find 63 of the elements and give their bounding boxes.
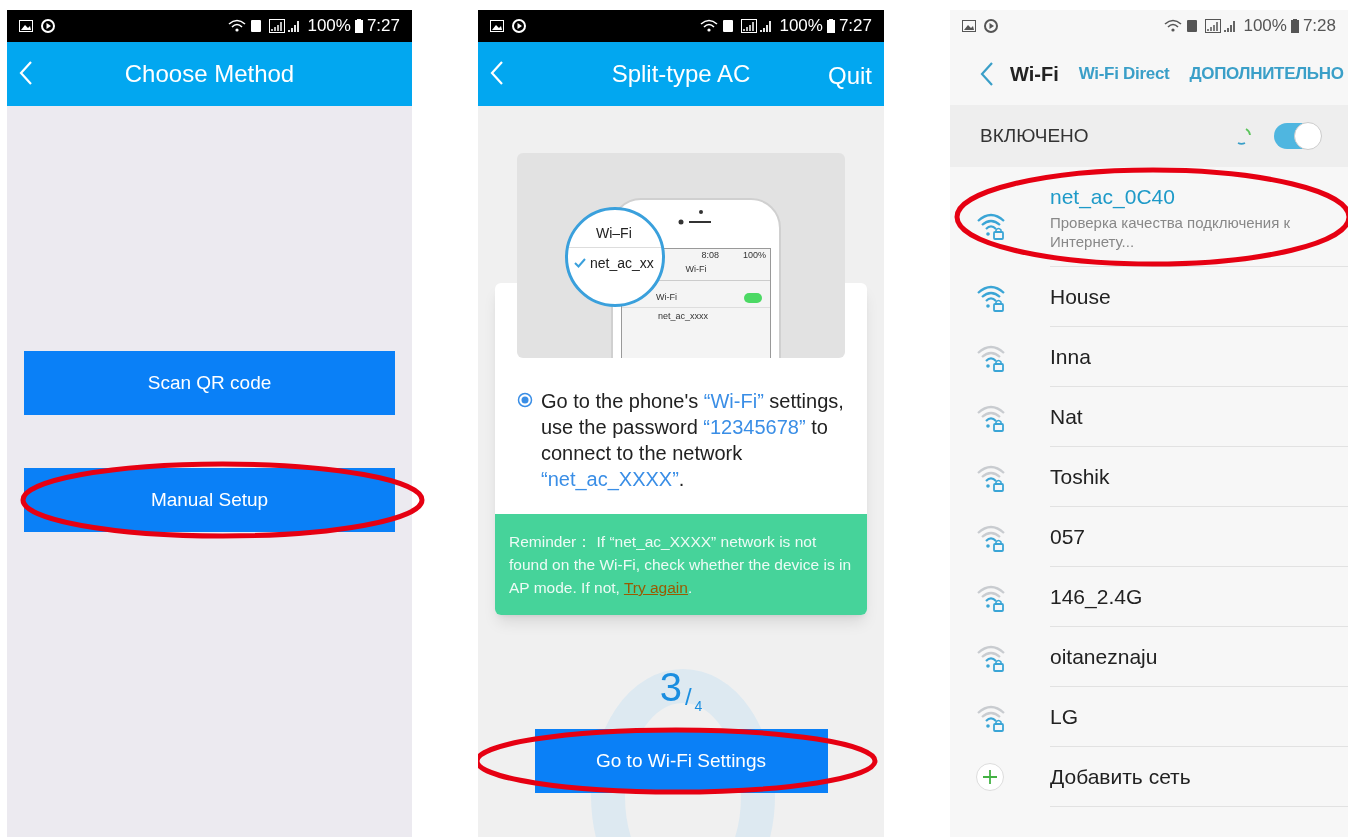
- clock: 7:27: [838, 15, 872, 38]
- battery-percent: 100%: [1243, 15, 1287, 38]
- play-icon: [512, 19, 526, 33]
- magnifier-title: Wi–Fi: [596, 224, 632, 243]
- magnifier-network: net_ac_xx: [590, 253, 654, 273]
- image-icon: [490, 20, 504, 32]
- network-name: oitaneznaju: [1050, 643, 1159, 670]
- network-name: House: [1050, 283, 1112, 310]
- network-name: Toshik: [1050, 463, 1111, 490]
- phone-time: 8:08: [701, 249, 719, 262]
- network-name: LG: [1050, 703, 1079, 730]
- network-row[interactable]: 146_2.4G: [950, 567, 1348, 627]
- phone-battery: 100%: [742, 249, 766, 262]
- phone-network-name: net_ac_xxxx: [658, 309, 709, 323]
- wifi-icon: [227, 19, 248, 33]
- battery-icon: [826, 19, 835, 33]
- setup-button[interactable]: Manual Setup: [24, 468, 395, 532]
- network-name: 057: [1050, 523, 1087, 550]
- switch-label: ВКЛЮЧЕНО: [980, 123, 1090, 148]
- add-icon: [975, 762, 1005, 792]
- network-row[interactable]: Toshik: [950, 447, 1348, 507]
- network-row[interactable]: oitaneznaju: [950, 627, 1348, 687]
- connection-status: Проверка качества подключения к Интернету...: [1050, 212, 1292, 251]
- phone-wifi-label: Wi-Fi: [656, 291, 677, 305]
- back-icon: [980, 60, 994, 87]
- wifi-icon: [699, 19, 720, 33]
- radio-dot-icon: [517, 392, 533, 408]
- play-icon: [41, 19, 55, 33]
- back-button[interactable]: [980, 60, 994, 87]
- network-row[interactable]: House: [950, 267, 1348, 327]
- sim-icon: [251, 19, 262, 33]
- add-network-label: Добавить сеть: [1050, 763, 1191, 790]
- battery-percent: 100%: [779, 15, 823, 38]
- clock: 7:28: [1302, 15, 1336, 38]
- back-icon: [490, 60, 504, 86]
- screen-title: Choose Method: [124, 59, 295, 89]
- network-row[interactable]: 057: [950, 507, 1348, 567]
- battery-icon: [1290, 19, 1299, 33]
- network-row[interactable]: Добавить сеть: [950, 747, 1348, 807]
- battery-percent: 100%: [307, 15, 351, 38]
- network-name: Nat: [1050, 403, 1084, 430]
- check-icon: [574, 258, 586, 268]
- sim-icon: [723, 19, 734, 33]
- wifi-icon: [1163, 19, 1184, 33]
- play-icon: [984, 19, 998, 33]
- network-row[interactable]: LG: [950, 687, 1348, 747]
- sim-icon: [1187, 19, 1198, 33]
- setup-button[interactable]: Scan QR code: [24, 351, 395, 415]
- network-name: Inna: [1050, 343, 1092, 370]
- clock: 7:27: [366, 15, 400, 38]
- reminder-text: Reminder： If “net_ac_XXXX” network is not found on the Wi-Fi, check whether the device is in AP mode. If not, Try again.: [509, 532, 853, 598]
- network-row[interactable]: Inna: [950, 327, 1348, 387]
- battery-icon: [354, 19, 363, 33]
- image-icon: [962, 20, 976, 32]
- network-name: 146_2.4G: [1050, 583, 1144, 611]
- back-icon: [19, 60, 33, 86]
- phone-screen-title: Wi-Fi: [685, 263, 707, 274]
- screen-title: Wi-Fi: [1010, 61, 1059, 87]
- network-name: net_ac_0C40: [1050, 184, 1176, 211]
- image-icon: [19, 20, 33, 32]
- network-row[interactable]: Nat: [950, 387, 1348, 447]
- screen-title: Split-type AC: [611, 59, 751, 89]
- instruction-text: Go to the phone's “Wi-Fi” settings, use the password “12345678” to connect to the network “net_ac_XXXX”.: [541, 389, 845, 492]
